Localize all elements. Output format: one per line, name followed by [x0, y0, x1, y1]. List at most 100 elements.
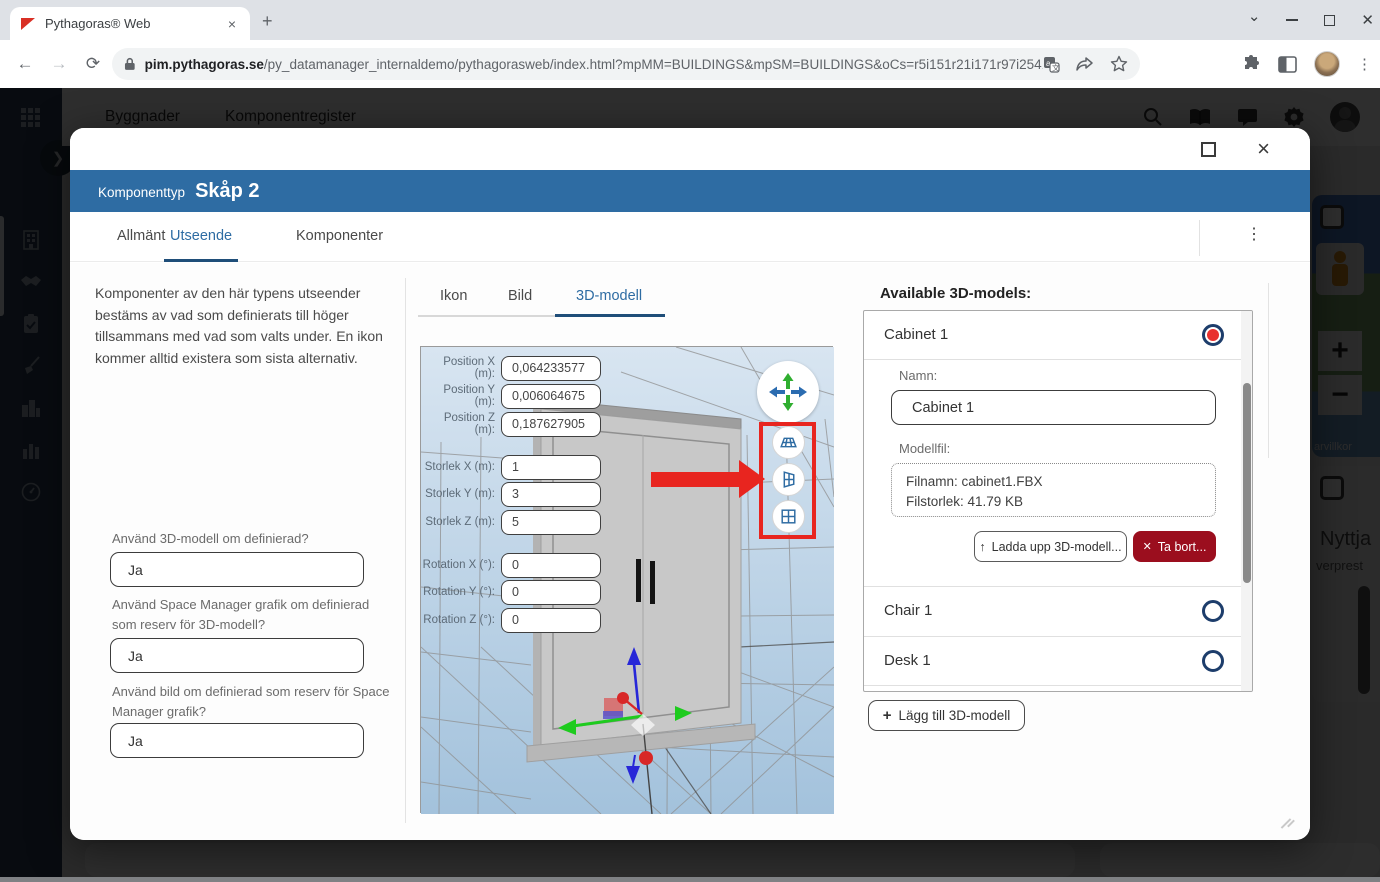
- window-minimize-button[interactable]: [1286, 19, 1298, 21]
- browser-tabstrip: Pythagoras® Web × + ⌄ ✕: [0, 0, 1380, 40]
- transform-row: Rotation Y (°):0: [421, 579, 601, 605]
- browser-menu-icon[interactable]: ⋮: [1357, 55, 1372, 73]
- rotation-x-input[interactable]: 0: [501, 553, 601, 578]
- field-value: Ja: [128, 733, 143, 749]
- field-label-3d: Använd 3D-modell om definierad?: [112, 529, 392, 549]
- back-button[interactable]: ←: [8, 54, 42, 74]
- dialog-resize-handle[interactable]: [1284, 816, 1300, 832]
- tab-close-icon[interactable]: ×: [224, 16, 240, 32]
- field-use-3d-model[interactable]: Ja: [110, 552, 364, 587]
- listbox-scroll-thumb[interactable]: [1243, 383, 1251, 583]
- model-row-chair[interactable]: Chair 1: [864, 587, 1252, 637]
- size-z-label: Storlek Z (m):: [421, 516, 495, 528]
- window-maximize-button[interactable]: [1324, 15, 1335, 26]
- position-y-input[interactable]: 0,006064675: [501, 384, 601, 409]
- remove-x-icon: ✕: [1143, 540, 1152, 553]
- 3d-viewer[interactable]: Position X (m):0,064233577 Position Y (m…: [420, 346, 833, 813]
- model-row-cabinet[interactable]: Cabinet 1: [864, 311, 1252, 360]
- pythagoras-favicon: [20, 16, 36, 32]
- models-heading: Available 3D-models:: [880, 285, 1031, 302]
- rotation-z-input[interactable]: 0: [501, 608, 601, 633]
- size-y-input[interactable]: 3: [501, 482, 601, 507]
- tab-3d-modell[interactable]: 3D-modell: [576, 288, 642, 304]
- upload-label: Ladda upp 3D-modell...: [992, 540, 1122, 554]
- file-name-text: Filnamn: cabinet1.FBX: [906, 472, 1215, 492]
- position-x-input[interactable]: 0,064233577: [501, 356, 601, 381]
- add-model-button[interactable]: + Lägg till 3D-modell: [868, 700, 1025, 731]
- field-value: Ja: [128, 648, 143, 664]
- reload-button[interactable]: ⟳: [76, 54, 110, 74]
- right-section-divider: [1268, 283, 1269, 458]
- model-row-desk[interactable]: Desk 1: [864, 637, 1252, 686]
- bookmark-star-icon[interactable]: [1110, 55, 1128, 73]
- inner-active-underline: [555, 314, 665, 317]
- upload-model-button[interactable]: ↑ Ladda upp 3D-modell...: [974, 531, 1127, 562]
- url-text: pim.pythagoras.se/py_datamanager_interna…: [145, 57, 1043, 72]
- model-name: Chair 1: [884, 602, 932, 619]
- field-use-image[interactable]: Ja: [110, 723, 364, 758]
- model-name: Cabinet 1: [884, 326, 948, 343]
- svg-text:文: 文: [1052, 62, 1060, 72]
- forward-button[interactable]: →: [42, 54, 76, 74]
- dialog-menu-icon[interactable]: ⋮: [1246, 224, 1262, 244]
- lock-icon: [124, 57, 136, 71]
- dialog-header: Komponenttyp Skåp 2: [70, 170, 1310, 212]
- position-y-value: 0,006064675: [512, 389, 585, 403]
- transform-row: Storlek X (m):1: [421, 454, 601, 480]
- rotation-y-value: 0: [512, 585, 519, 599]
- new-tab-button[interactable]: +: [262, 12, 273, 30]
- model-radio-selected[interactable]: [1202, 324, 1224, 346]
- position-z-value: 0,187627905: [512, 417, 585, 431]
- size-x-input[interactable]: 1: [501, 455, 601, 480]
- model-name-input[interactable]: Cabinet 1: [891, 390, 1216, 425]
- active-tab-underline: [164, 259, 238, 262]
- size-y-value: 3: [512, 487, 519, 501]
- field-label-bild: Använd bild om definierad som reserv för…: [112, 682, 392, 721]
- window-close-button[interactable]: ✕: [1361, 11, 1374, 29]
- model-radio[interactable]: [1202, 600, 1224, 622]
- tabbar-divider: [1199, 220, 1200, 256]
- file-size-text: Filstorlek: 41.79 KB: [906, 492, 1215, 512]
- dialog-close-button[interactable]: ×: [1257, 136, 1270, 162]
- share-icon[interactable]: [1076, 56, 1094, 72]
- model-file-box: Filnamn: cabinet1.FBX Filstorlek: 41.79 …: [891, 463, 1216, 517]
- profile-avatar[interactable]: [1314, 51, 1340, 77]
- annotation-arrow: [651, 472, 741, 487]
- size-z-input[interactable]: 5: [501, 510, 601, 535]
- transform-row: Position Y (m):0,006064675: [421, 383, 601, 409]
- rotation-y-input[interactable]: 0: [501, 580, 601, 605]
- window-bottom-edge: [0, 877, 1380, 882]
- size-z-value: 5: [512, 515, 519, 529]
- browser-tab[interactable]: Pythagoras® Web ×: [10, 7, 250, 40]
- dialog-maximize-button[interactable]: [1201, 142, 1216, 157]
- transform-row: Position Z (m):0,187627905: [421, 411, 601, 437]
- browser-toolbar: ← → ⟳ pim.pythagoras.se/py_datamanager_i…: [0, 40, 1380, 88]
- annotation-highlight-rect: [759, 422, 816, 539]
- transform-row: Position X (m):0,064233577: [421, 355, 601, 381]
- position-x-value: 0,064233577: [512, 361, 585, 375]
- window-chevron-icon[interactable]: ⌄: [1248, 7, 1261, 25]
- position-z-input[interactable]: 0,187627905: [501, 412, 601, 437]
- annotation-arrow-head: [739, 460, 765, 498]
- side-panel-icon[interactable]: [1278, 56, 1297, 73]
- field-use-spacemanager[interactable]: Ja: [110, 638, 364, 673]
- tab-utseende[interactable]: Utseende: [170, 228, 232, 244]
- appearance-description: Komponenter av den här typens utseender …: [95, 283, 387, 370]
- tab-allmant[interactable]: Allmänt: [117, 228, 165, 244]
- listbox-scrollbar[interactable]: [1241, 311, 1252, 691]
- rotation-x-value: 0: [512, 558, 519, 572]
- pan-control[interactable]: [757, 361, 819, 423]
- inner-tabs-track: [418, 315, 555, 317]
- model-detail-panel: Namn: Cabinet 1 Modellfil: Filnamn: cabi…: [864, 360, 1252, 587]
- tab-bild[interactable]: Bild: [508, 288, 532, 304]
- model-radio[interactable]: [1202, 650, 1224, 672]
- tab-ikon[interactable]: Ikon: [440, 288, 467, 304]
- translate-icon[interactable]: a文: [1043, 56, 1060, 73]
- extensions-puzzle-icon[interactable]: [1242, 55, 1261, 74]
- models-listbox: Cabinet 1 Namn: Cabinet 1 Modellfil: Fil…: [863, 310, 1253, 692]
- url-bar[interactable]: pim.pythagoras.se/py_datamanager_interna…: [112, 48, 1140, 80]
- tab-komponenter[interactable]: Komponenter: [296, 228, 383, 244]
- rotation-x-label: Rotation X (°):: [421, 559, 495, 571]
- remove-model-button[interactable]: ✕ Ta bort...: [1133, 531, 1216, 562]
- window-controls: ⌄ ✕: [1248, 0, 1374, 40]
